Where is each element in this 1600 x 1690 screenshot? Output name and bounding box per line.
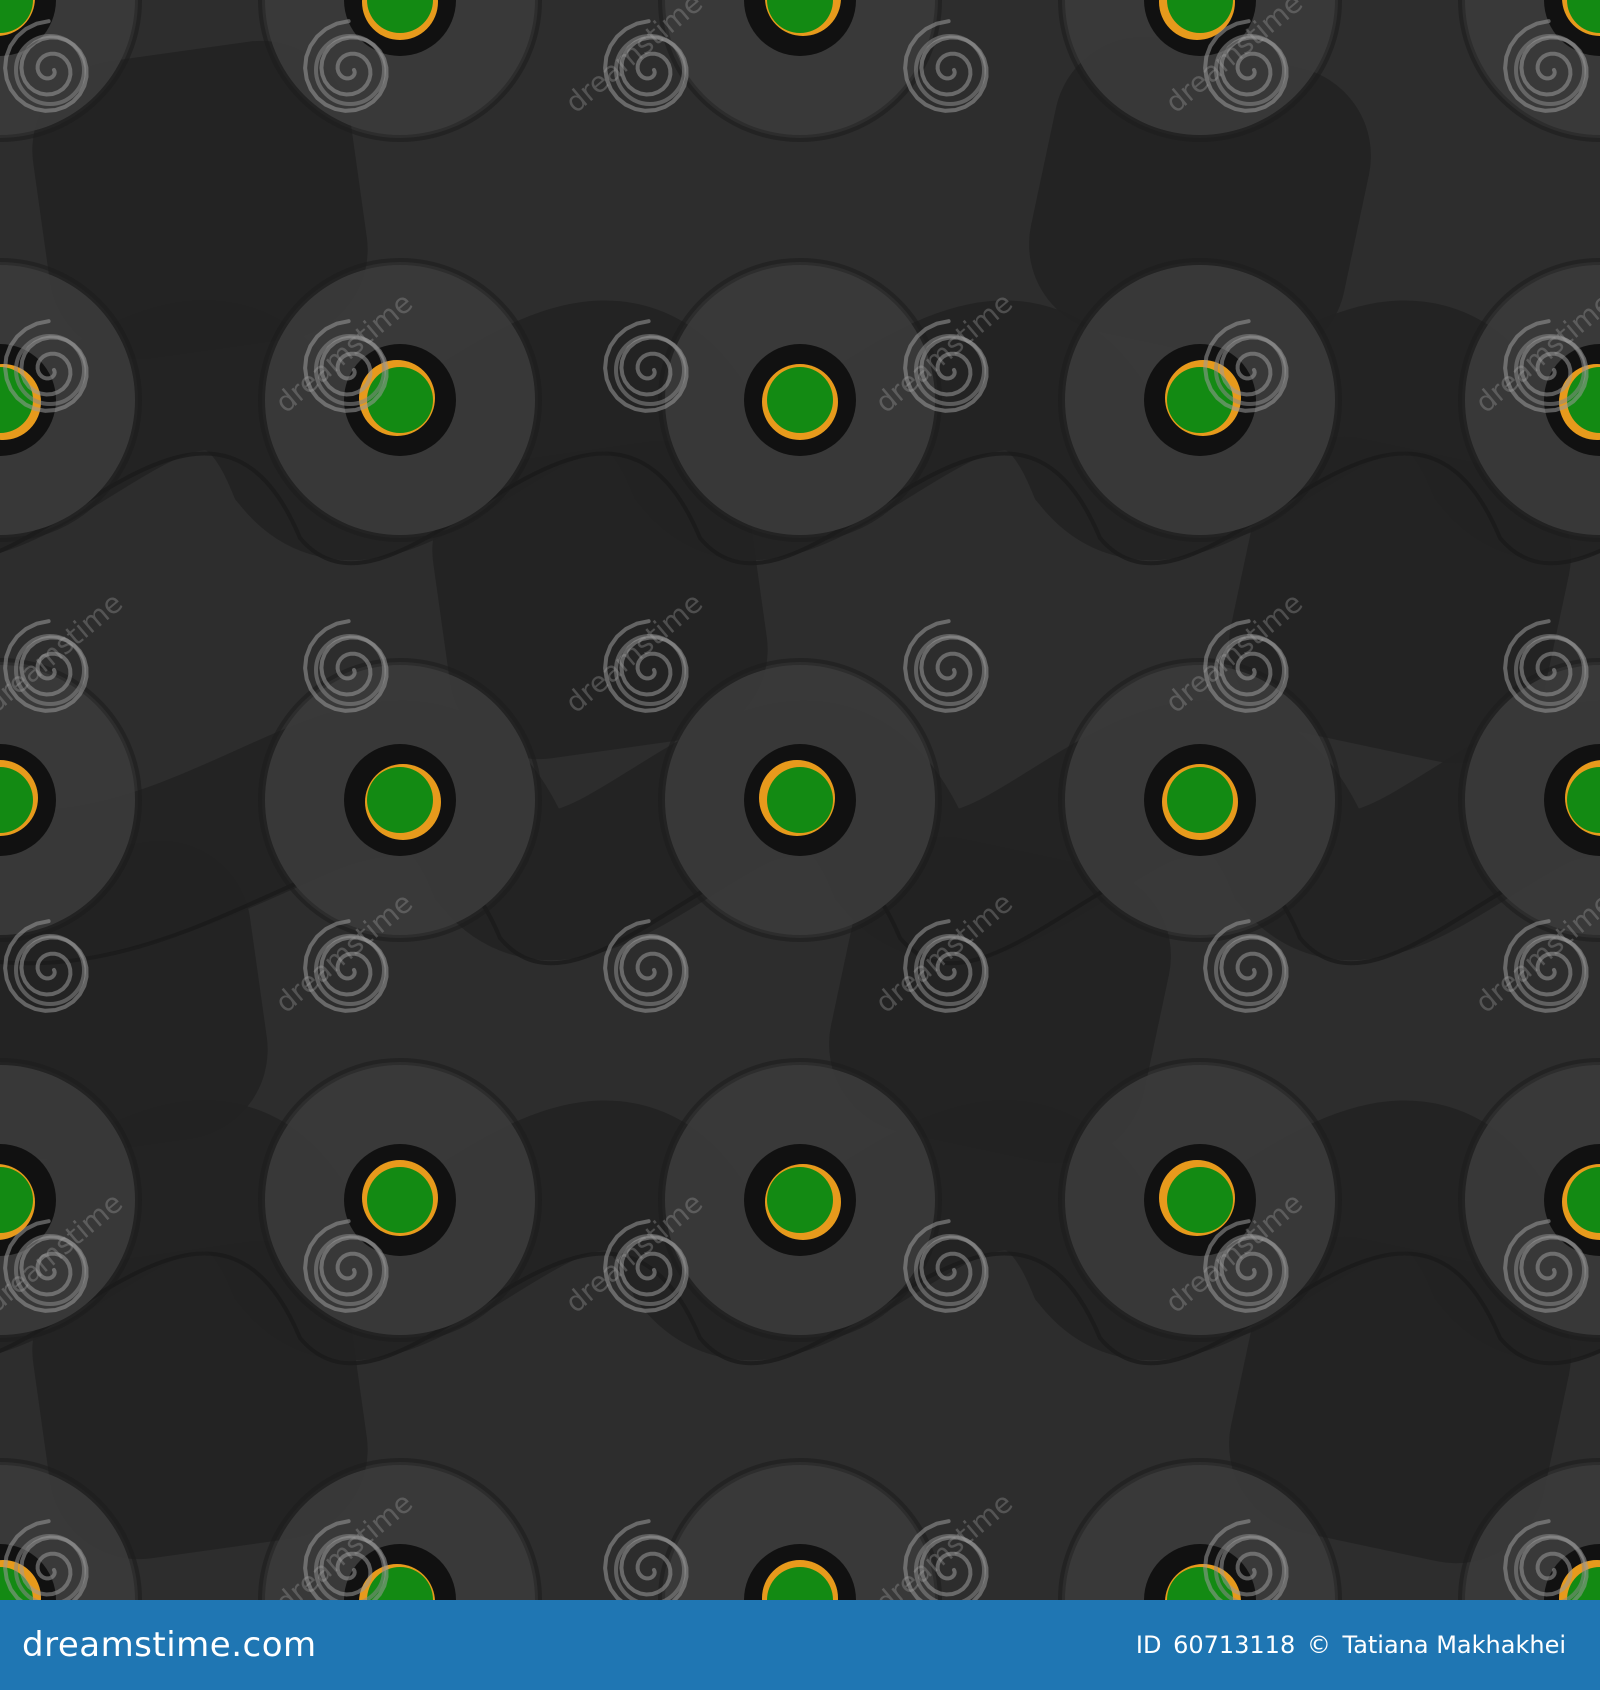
site-brand: dreamstime.com	[22, 1625, 317, 1665]
pin-green-dot	[767, 767, 833, 833]
author-name: Tatiana Makhakhei	[1342, 1631, 1567, 1659]
pin-green-dot	[767, 367, 833, 433]
pin-green-dot	[767, 1167, 833, 1233]
chain-pattern-illustration: dreamstime dreamstimedreamstime dreamstime…	[0, 0, 1600, 1600]
pin-green-dot	[1167, 767, 1233, 833]
id-value: 60713118	[1173, 1631, 1296, 1659]
credit-bar: dreamstime.com ID 60713118 © Tatiana Mak…	[0, 1600, 1600, 1690]
pin-green-dot	[1167, 1167, 1233, 1233]
id-label: ID	[1135, 1631, 1162, 1659]
image-credit: ID 60713118 © Tatiana Makhakhei	[1132, 1631, 1566, 1659]
copyright-symbol: ©	[1306, 1631, 1331, 1659]
pin-green-dot	[367, 767, 433, 833]
stock-image: dreamstime dreamstime dreamstime dreamstime…	[0, 0, 1600, 1690]
pin-green-dot	[367, 1167, 433, 1233]
